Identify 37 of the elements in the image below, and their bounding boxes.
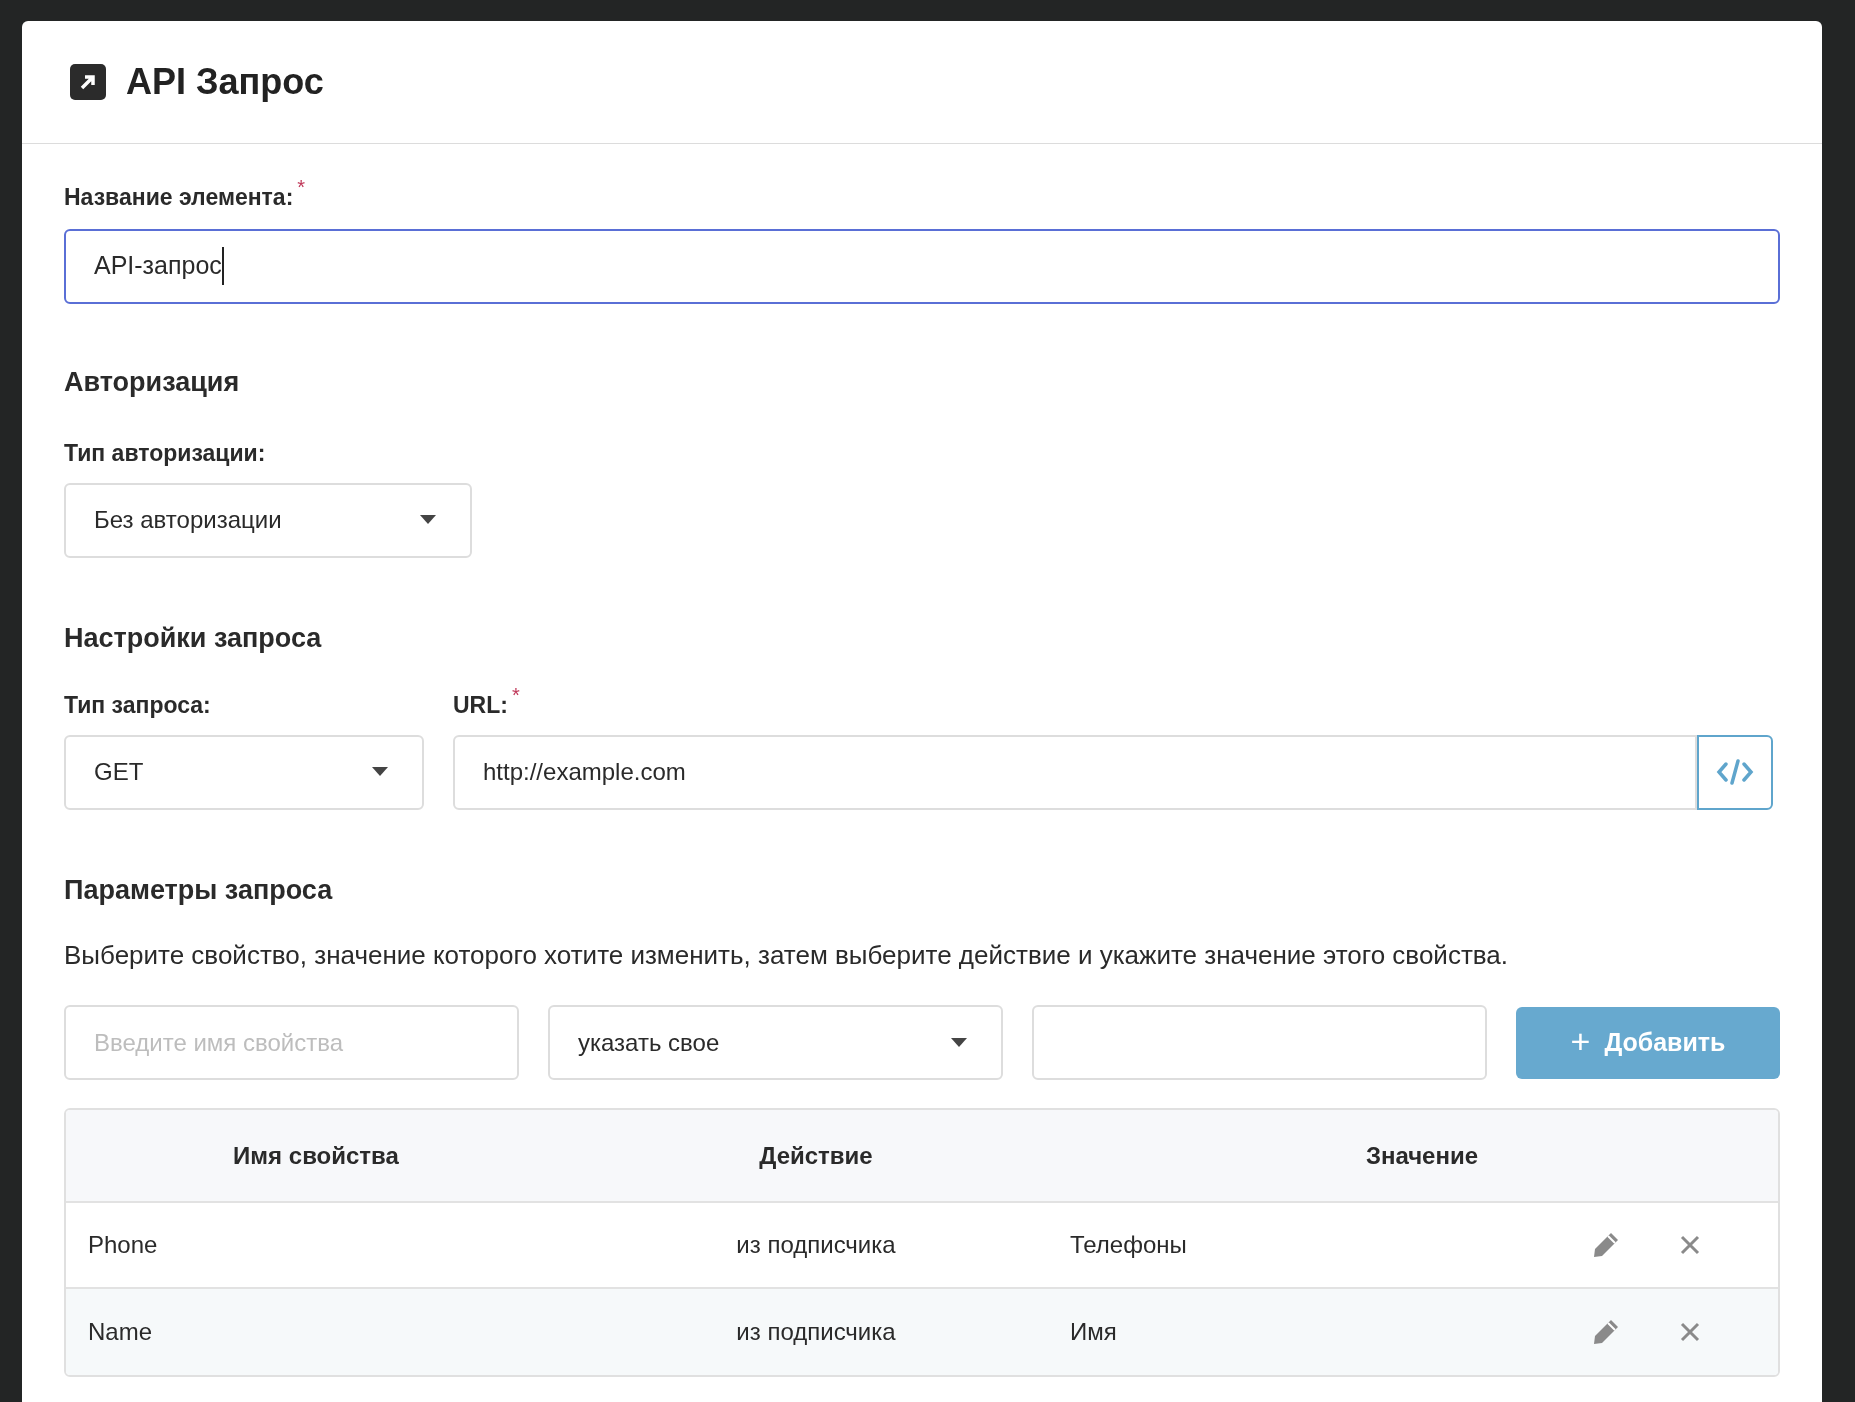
value-input[interactable]: [1032, 1005, 1487, 1080]
table-cell: Phone: [88, 1231, 158, 1258]
section-heading: Настройки запроса: [64, 621, 323, 655]
dropdown[interactable]: Без авторизации: [64, 482, 472, 558]
column-header: Значение: [1364, 1140, 1480, 1171]
required-mark: *: [511, 688, 520, 702]
text-input[interactable]: API-запрос: [64, 228, 1780, 304]
table-cell: Имя: [1070, 1318, 1117, 1345]
caret-icon: [420, 515, 436, 525]
table-cell: из подписчика: [736, 1231, 896, 1258]
dropdown[interactable]: GET: [64, 734, 424, 810]
field-label: Тип запроса:: [64, 691, 211, 720]
field-label: URL:: [453, 691, 508, 720]
edit-icon[interactable]: [1591, 1230, 1621, 1260]
external-link-icon: [70, 64, 106, 100]
column-header: Имя свойства: [232, 1140, 400, 1171]
caret-icon: [951, 1037, 967, 1048]
column-header: Действие: [758, 1140, 874, 1171]
edit-icon[interactable]: [1591, 1317, 1621, 1347]
table-cell: Телефоны: [1070, 1231, 1187, 1258]
delete-icon[interactable]: [1680, 1322, 1700, 1342]
section-heading: Авторизация: [64, 365, 241, 399]
field-label: Тип авторизации:: [64, 439, 266, 468]
table-cell: из подписчика: [736, 1318, 896, 1345]
delete-icon[interactable]: [1680, 1235, 1700, 1255]
code-button[interactable]: [1697, 734, 1773, 810]
url-input[interactable]: http://example.com: [453, 734, 1697, 810]
description-text: Выберите свойство, значение которого хотите изменить, затем выберите действие и укажите значение этого свойства.: [64, 939, 1509, 972]
dropdown[interactable]: указать свое: [548, 1005, 1003, 1080]
section-heading: Параметры запроса: [64, 873, 334, 907]
caret-icon: [372, 767, 388, 777]
required-mark: *: [297, 180, 306, 194]
code-icon: [1716, 759, 1754, 785]
dialog-title: API Запрос: [126, 60, 324, 104]
table-cell: Name: [88, 1318, 153, 1345]
property-name-input[interactable]: Введите имя свойства: [64, 1005, 519, 1080]
field-label: Название элемента:: [64, 183, 294, 212]
